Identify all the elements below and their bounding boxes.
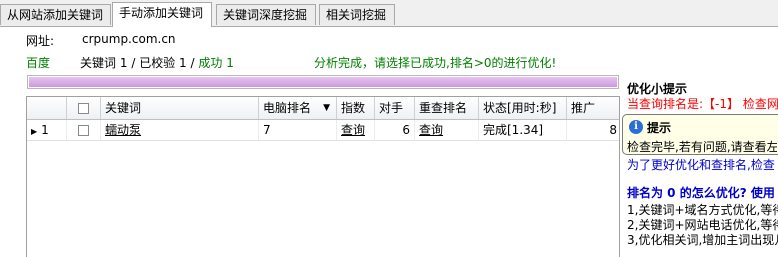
tab-label: 相关词挖掘 bbox=[326, 8, 387, 22]
table-row[interactable]: ▶ 1 蠕动泵 7 查询 6 查询 完成[1.34] 8 bbox=[27, 120, 619, 141]
info-icon: i bbox=[629, 120, 643, 134]
promo-cell: 8 bbox=[609, 123, 617, 137]
row-index: 1 bbox=[41, 123, 49, 137]
checked-count: 1 bbox=[179, 56, 187, 70]
rank-hint-line: 当查询排名是:【-1】 检查网 bbox=[627, 97, 778, 111]
row-select[interactable] bbox=[67, 120, 101, 140]
checked-label: 已校验 bbox=[139, 56, 176, 70]
tab-bar: 从网站添加关键词 手动添加关键词 关键词深度挖掘 相关词挖掘 bbox=[0, 0, 778, 27]
tab-label: 关键词深度挖掘 bbox=[223, 8, 308, 22]
rivals-column-header[interactable]: 对手 bbox=[375, 97, 415, 119]
progress-bar bbox=[27, 75, 619, 89]
recheck-column-header[interactable]: 重查排名 bbox=[415, 97, 479, 119]
keywords-label: 关键词 bbox=[80, 56, 117, 70]
rank-cell: 7 bbox=[259, 120, 337, 140]
status-column-header[interactable]: 状态[用时:秒] bbox=[479, 97, 567, 119]
rivals-cell: 6 bbox=[375, 120, 415, 140]
status-cell: 完成[1.34] bbox=[479, 120, 567, 140]
tab-add-from-site[interactable]: 从网站添加关键词 bbox=[0, 4, 111, 25]
tooltip-balloon: i 提示 检查完毕,若有问题,请查看左 bbox=[622, 114, 778, 155]
tab-related-mining[interactable]: 相关词挖掘 bbox=[319, 4, 395, 25]
stats-line: 关键词 1 / 已校验 1 / 成功 1 bbox=[80, 56, 234, 70]
row-header-column bbox=[27, 97, 67, 119]
row-pointer-icon: ▶ bbox=[31, 127, 38, 136]
rank-column-label: 电脑排名 bbox=[263, 101, 312, 115]
progress-fill bbox=[29, 77, 617, 87]
select-all-checkbox[interactable] bbox=[78, 103, 89, 114]
tab-manual-add[interactable]: 手动添加关键词 bbox=[112, 2, 212, 27]
recheck-query-link[interactable]: 查询 bbox=[415, 120, 479, 140]
status-message: 分析完成，请选择已成功,排名>0的进行优化! bbox=[314, 56, 557, 70]
success-count: 1 bbox=[226, 56, 234, 70]
tab-deep-mining[interactable]: 关键词深度挖掘 bbox=[216, 4, 316, 25]
tab-label: 手动添加关键词 bbox=[119, 6, 204, 20]
tip-item: 3,优化相关词,增加主词出现几 bbox=[627, 233, 778, 247]
keyword-column-header[interactable]: 关键词 bbox=[101, 97, 259, 119]
keywords-count: 1 bbox=[119, 56, 128, 70]
search-engine-label: 百度 bbox=[26, 56, 51, 70]
site-value: crpump.com.cn bbox=[82, 32, 176, 46]
tab-label: 从网站添加关键词 bbox=[7, 8, 104, 22]
grid-header: 关键词 电脑排名 ▼ 指数 对手 重查排名 状态[用时:秒] 推广 bbox=[27, 97, 619, 120]
site-label: 网址: bbox=[26, 34, 55, 48]
rank-column-header[interactable]: 电脑排名 ▼ bbox=[259, 97, 337, 119]
optimize-hint-line: 为了更好优化和查排名,检查 bbox=[627, 158, 775, 172]
tooltip-title: 提示 bbox=[647, 121, 672, 135]
sort-down-icon: ▼ bbox=[323, 103, 330, 113]
zero-rank-question: 排名为 0 的怎么优化? 使用 bbox=[627, 186, 775, 200]
index-query-link[interactable]: 查询 bbox=[337, 120, 375, 140]
promo-column-header[interactable]: 推广 bbox=[567, 97, 619, 119]
keyword-cell[interactable]: 蠕动泵 bbox=[101, 120, 259, 140]
select-all-column[interactable] bbox=[67, 97, 101, 119]
index-column-header[interactable]: 指数 bbox=[337, 97, 375, 119]
success-label: 成功 bbox=[198, 56, 223, 70]
results-grid: 关键词 电脑排名 ▼ 指数 对手 重查排名 状态[用时:秒] 推广 ▶ 1 蠕动泵 … bbox=[26, 96, 620, 257]
row-number: ▶ 1 bbox=[27, 120, 67, 140]
row-checkbox[interactable] bbox=[78, 125, 89, 136]
tooltip-text: 检查完毕,若有问题,请查看左 bbox=[627, 140, 777, 154]
